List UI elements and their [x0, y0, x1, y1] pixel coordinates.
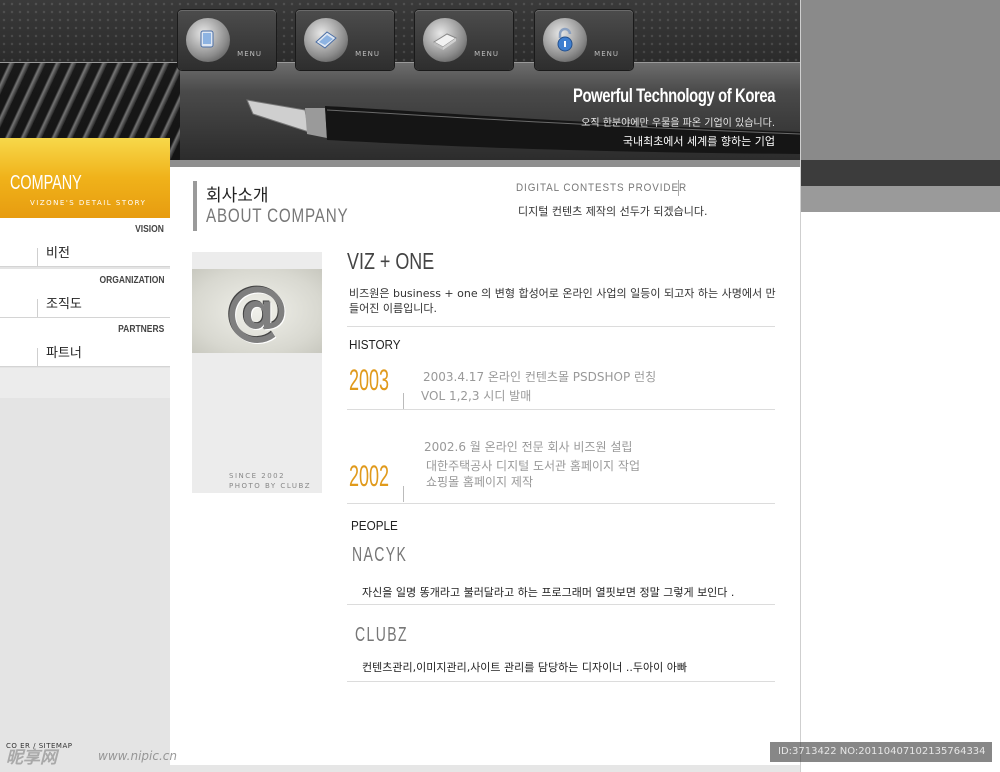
divider	[403, 393, 404, 409]
history-year: 2003	[349, 364, 390, 397]
person-name: NACYK	[352, 544, 408, 566]
banner-subtitle: VIZONE'S DETAIL STORY	[30, 199, 147, 207]
at-sign-icon: @	[225, 274, 289, 348]
history-line: VOL 1,2,3 시디 발매	[421, 389, 532, 403]
tagline-title: Powerful Technology of Korea	[572, 86, 775, 107]
sidebar-item-organization[interactable]: ORGANIZATION 조직도	[0, 269, 170, 318]
banner-title: COMPANY	[10, 172, 82, 194]
sidebar-item-partners[interactable]: PARTNERS 파트너	[0, 318, 170, 367]
history-line: 대한주택공사 디지털 도서관 홈페이지 작업	[426, 459, 640, 473]
menu-label: MENU	[594, 50, 619, 58]
divider	[678, 180, 679, 196]
tagline: Powerful Technology of Korea 오직 한분야에만 우물…	[516, 86, 775, 149]
title-accent-bar	[193, 181, 197, 231]
divider	[347, 503, 775, 504]
sidebar-item-en: ORGANIZATION	[98, 275, 164, 286]
person-description: 자신을 일명 똥개라고 불러달라고 하는 프로그래머 열핏보면 정말 그렇게 보…	[362, 586, 735, 599]
history-line: 2003.4.17 온라인 컨텐츠몰 PSDSHOP 런칭	[423, 370, 657, 384]
divider	[347, 326, 775, 327]
divider	[347, 604, 775, 605]
divider	[37, 348, 38, 366]
sidebar-item-vision[interactable]: VISION 비전	[0, 218, 170, 267]
provider-heading: DIGITAL CONTESTS PROVIDER	[516, 182, 688, 194]
divider	[347, 681, 775, 682]
divider	[403, 486, 404, 502]
monitor-icon	[186, 18, 230, 62]
sidebar-item-en: VISION	[135, 224, 164, 235]
person-name: CLUBZ	[355, 624, 408, 646]
tagline-line: 오직 한분야에만 우물을 파온 기업이 있습니다.	[581, 118, 775, 129]
menu-label: MENU	[474, 50, 499, 58]
lock-icon	[543, 18, 587, 62]
menu-button-1[interactable]: MENU	[178, 10, 276, 70]
provider-text: 디지털 컨텐츠 제작의 선두가 되겠습니다.	[518, 205, 708, 218]
page-title: 회사소개	[206, 186, 269, 206]
menu-label: MENU	[355, 50, 380, 58]
menu-button-2[interactable]: MENU	[296, 10, 394, 70]
history-line: 쇼핑몰 홈페이지 제작	[426, 475, 533, 489]
right-panel-band-light	[800, 186, 1000, 212]
menu-label: MENU	[237, 50, 262, 58]
divider	[37, 299, 38, 317]
watermark-id: ID:3713422 NO:20110407102135764334	[770, 742, 992, 762]
sidebar-item-label: 비전	[46, 246, 70, 261]
page-subtitle: ABOUT COMPANY	[206, 206, 349, 227]
caption-line: SINCE 2002	[229, 472, 286, 480]
tablet-icon	[304, 18, 348, 62]
right-panel-band	[800, 160, 1000, 186]
watermark-url: www.nipic.cn	[98, 749, 177, 763]
sidebar-item-en: PARTNERS	[117, 324, 164, 335]
watermark-logo: 昵享网	[6, 748, 57, 768]
person-description: 컨텐츠관리,이미지관리,사이트 관리를 담당하는 디자이너 ..두아이 아빠	[362, 661, 687, 674]
right-panel-top	[800, 0, 1000, 160]
header-underline	[170, 160, 800, 167]
divider	[347, 409, 775, 410]
scanner-icon	[423, 18, 467, 62]
history-year: 2002	[349, 460, 390, 493]
divider	[0, 62, 800, 63]
menu-button-4[interactable]: MENU	[535, 10, 633, 70]
caption-line: PHOTO BY CLUBZ	[229, 482, 312, 490]
sidebar-spacer	[0, 368, 170, 398]
intro-text: 비즈원은 business + one 의 변형 합성어로 온라인 사업의 일등…	[349, 287, 776, 315]
sidebar-item-label: 조직도	[46, 297, 82, 312]
history-line: 2002.6 월 온라인 전문 회사 비즈원 설립	[424, 440, 633, 454]
people-heading: PEOPLE	[351, 518, 398, 533]
photo-caption: SINCE 2002 PHOTO BY CLUBZ	[229, 471, 311, 491]
divider	[800, 0, 801, 772]
content-heading: VIZ + ONE	[347, 248, 435, 274]
history-heading: HISTORY	[349, 337, 401, 352]
sidebar-item-label: 파트너	[46, 346, 82, 361]
footer-strip	[170, 765, 800, 772]
menu-button-3[interactable]: MENU	[415, 10, 513, 70]
divider	[37, 248, 38, 266]
site-header: MENU MENU MENU MENU Powerful Technology …	[0, 0, 800, 160]
tagline-line: 국내최초에서 세계를 향하는 기업	[622, 135, 775, 148]
